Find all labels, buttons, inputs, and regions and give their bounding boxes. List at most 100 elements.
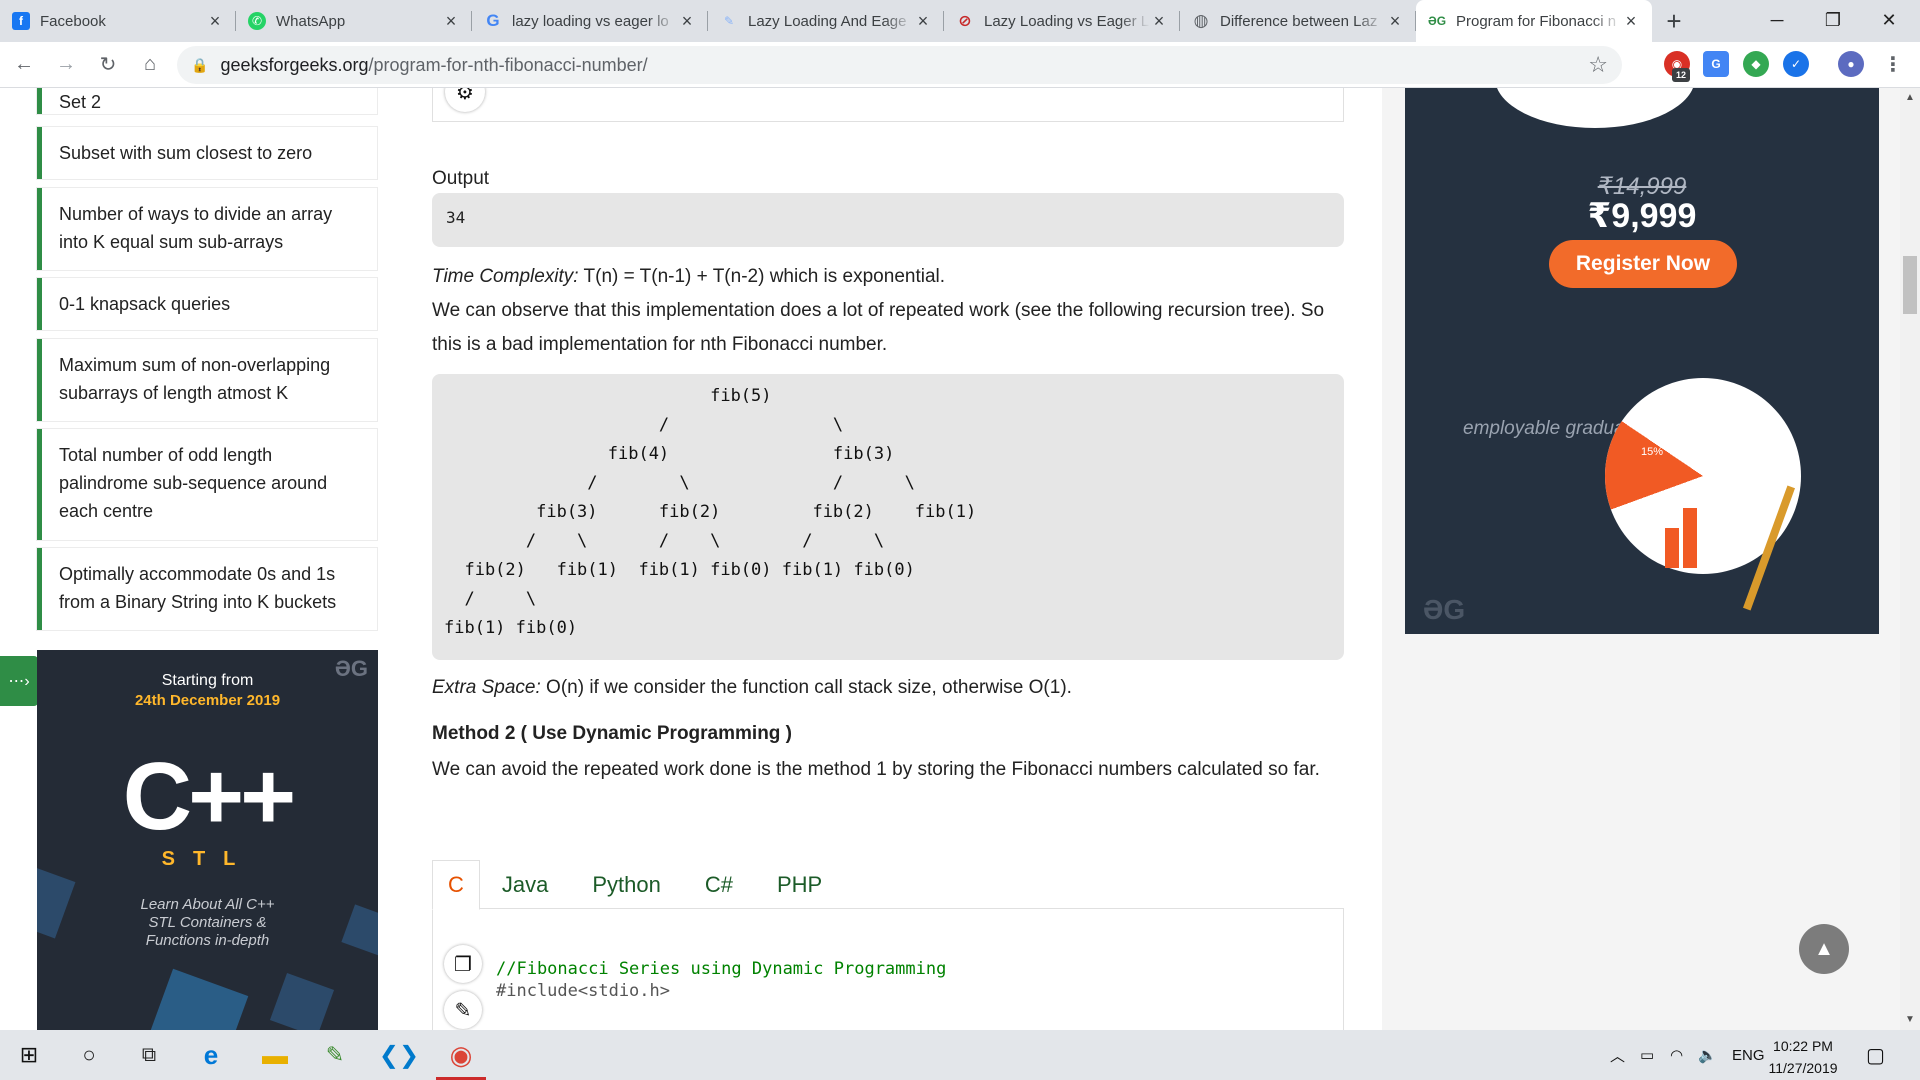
tab-difference-between[interactable]: ◍ Difference between Laz ×: [1180, 0, 1416, 42]
wifi-icon[interactable]: ◠: [1670, 1030, 1683, 1080]
tab-facebook[interactable]: f Facebook ×: [0, 0, 236, 42]
tab-whatsapp[interactable]: ✆ WhatsApp ×: [236, 0, 472, 42]
extra-space-para: Extra Space: O(n) if we consider the fun…: [432, 677, 1072, 698]
time-complexity-para: Time Complexity: T(n) = T(n-1) + T(n-2) …: [432, 266, 946, 287]
forward-button[interactable]: →: [48, 47, 84, 83]
back-button[interactable]: ←: [6, 47, 42, 83]
output-value: 34: [446, 208, 466, 227]
battery-icon[interactable]: ▭: [1640, 1030, 1654, 1080]
ad-learn-text: Learn About All C++ STL Containers & Fun…: [140, 896, 275, 949]
lock-icon[interactable]: 🔒: [191, 57, 208, 74]
maximize-button[interactable]: ❐: [1808, 0, 1858, 40]
google-translate-icon[interactable]: G: [1703, 51, 1729, 77]
ad-graphic: [1495, 88, 1695, 128]
sidebar-item[interactable]: Optimally accommodate 0s and 1s from a B…: [37, 548, 377, 630]
tab-title: Lazy Loading vs Eager L: [984, 12, 1150, 30]
tab-python[interactable]: Python: [570, 860, 683, 910]
tab-java[interactable]: Java: [480, 860, 570, 910]
gfg-logo: ƏG: [1423, 594, 1466, 625]
volume-icon[interactable]: 🔈: [1698, 1030, 1717, 1080]
vertical-scrollbar[interactable]: ▲ ▼: [1900, 88, 1920, 1030]
action-center-icon[interactable]: ▢: [1866, 1030, 1885, 1080]
register-now-button[interactable]: Register Now: [1549, 240, 1737, 288]
tab-title: WhatsApp: [276, 12, 346, 30]
page-viewport: Set 2 Subset with sum closest to zero Nu…: [0, 88, 1920, 1030]
scroll-to-top-button[interactable]: ▲: [1799, 924, 1849, 974]
globe-icon: ◍: [1193, 11, 1209, 30]
method-heading: Method 2 ( Use Dynamic Programming ): [432, 723, 793, 744]
ad-percent: 15%: [1641, 446, 1664, 458]
ad-starting-text: Starting from: [161, 672, 254, 689]
cpp-logo: C++: [122, 743, 296, 850]
new-tab-button[interactable]: +: [1652, 0, 1696, 42]
bookmark-star-icon[interactable]: ☆: [1588, 52, 1608, 78]
tab-title: Facebook: [40, 12, 106, 30]
tray-chevron-icon[interactable]: ︿: [1610, 1030, 1625, 1080]
scrollbar-thumb[interactable]: [1903, 256, 1917, 314]
tab-title: Program for Fibonacci n: [1456, 12, 1617, 30]
sidebar-item[interactable]: Set 2: [37, 88, 377, 114]
tab-lazy-loading-eager[interactable]: ✎ Lazy Loading And Eage ×: [708, 0, 944, 42]
chrome-menu-icon[interactable]: ⋮: [1880, 51, 1906, 77]
reload-button[interactable]: ↻: [90, 47, 126, 83]
address-bar[interactable]: 🔒 geeksforgeeks.org/program-for-nth-fibo…: [177, 46, 1622, 84]
paint-icon[interactable]: ✎: [306, 1030, 364, 1080]
sidebar-item[interactable]: Number of ways to divide an array into K…: [37, 188, 377, 270]
windows-start-icon[interactable]: ⊞: [0, 1030, 58, 1080]
tab-csharp[interactable]: C#: [683, 860, 755, 910]
chrome-icon[interactable]: ◉: [432, 1030, 490, 1080]
scroll-down-arrow[interactable]: ▼: [1900, 1014, 1920, 1025]
file-explorer-icon[interactable]: ▬: [246, 1030, 304, 1080]
clock-time: 10:22 PM: [1773, 1038, 1833, 1054]
close-window-button[interactable]: ✕: [1864, 0, 1914, 40]
tab-php[interactable]: PHP: [755, 860, 844, 910]
extra-space-label: Extra Space:: [432, 677, 541, 698]
tab-close-icon[interactable]: ×: [1622, 11, 1640, 32]
tab-close-icon[interactable]: ×: [1150, 11, 1168, 32]
clock-date: 11/27/2019: [1768, 1060, 1838, 1076]
code-block-bottom: [432, 88, 1344, 122]
vscode-icon[interactable]: ❮❯: [370, 1030, 428, 1080]
browser-toolbar: ← → ↻ ⌂ 🔒 geeksforgeeks.org/program-for-…: [0, 42, 1920, 88]
observation-para: We can observe that this implementation …: [432, 300, 1325, 355]
copy-icon[interactable]: ❐: [444, 945, 482, 983]
output-box: 34: [432, 193, 1344, 247]
tab-close-icon[interactable]: ×: [678, 11, 696, 32]
task-view-icon[interactable]: ⧉: [120, 1030, 178, 1080]
sidebar-item[interactable]: 0-1 knapsack queries: [37, 278, 377, 330]
profile-avatar[interactable]: ●: [1838, 51, 1864, 77]
minimize-button[interactable]: ─: [1752, 0, 1802, 40]
tab-close-icon[interactable]: ×: [914, 11, 932, 32]
time-complexity-label: Time Complexity:: [432, 266, 579, 287]
course-ad-banner[interactable]: ₹14,999 ₹9,999 Register Now employable g…: [1405, 88, 1879, 634]
sidebar-item[interactable]: Total number of odd length palindrome su…: [37, 429, 377, 540]
output-heading: Output: [432, 168, 490, 189]
extension-globe-icon[interactable]: ◆: [1743, 51, 1769, 77]
url-path: /program-for-nth-fibonacci-number/: [368, 54, 648, 75]
tab-close-icon[interactable]: ×: [206, 11, 224, 32]
edit-pencil-icon[interactable]: ✎: [444, 991, 482, 1029]
tab-title: lazy loading vs eager lo: [512, 12, 669, 30]
sidebar-item[interactable]: Maximum sum of non-overlapping subarrays…: [37, 339, 377, 421]
tab-close-icon[interactable]: ×: [442, 11, 460, 32]
ad-date: 24th December 2019: [134, 692, 281, 709]
tab-c[interactable]: C: [432, 860, 480, 910]
extension-shield-icon[interactable]: ✓: [1783, 51, 1809, 77]
tab-google-search[interactable]: G lazy loading vs eager lo ×: [472, 0, 708, 42]
page-icon: ✎: [723, 14, 735, 28]
tab-title: Difference between Laz: [1220, 12, 1378, 30]
tab-title: Lazy Loading And Eage: [748, 12, 907, 30]
side-share-button[interactable]: ⋯›: [0, 656, 38, 706]
tab-lazy-vs-eager[interactable]: ⊘ Lazy Loading vs Eager L ×: [944, 0, 1180, 42]
cpp-stl-ad-banner[interactable]: ƏG Starting from 24th December 2019 C++ …: [37, 650, 378, 1030]
ad-new-price: ₹9,999: [1587, 197, 1697, 235]
home-button[interactable]: ⌂: [132, 47, 168, 83]
tab-close-icon[interactable]: ×: [1386, 11, 1404, 32]
scroll-up-arrow[interactable]: ▲: [1900, 92, 1920, 103]
edge-icon[interactable]: e: [182, 1030, 240, 1080]
tab-fibonacci[interactable]: ƏG Program for Fibonacci n ×: [1416, 0, 1652, 42]
taskbar-clock[interactable]: 10:22 PM 11/27/2019: [1758, 1035, 1848, 1079]
sidebar-item[interactable]: Subset with sum closest to zero: [37, 127, 377, 179]
cortana-icon[interactable]: ○: [60, 1030, 118, 1080]
windows-taskbar: ⊞ ○ ⧉ e ▬ ✎ ❮❯ ◉ ︿ ▭ ◠ 🔈 ENG 10:22 PM 11…: [0, 1030, 1920, 1080]
